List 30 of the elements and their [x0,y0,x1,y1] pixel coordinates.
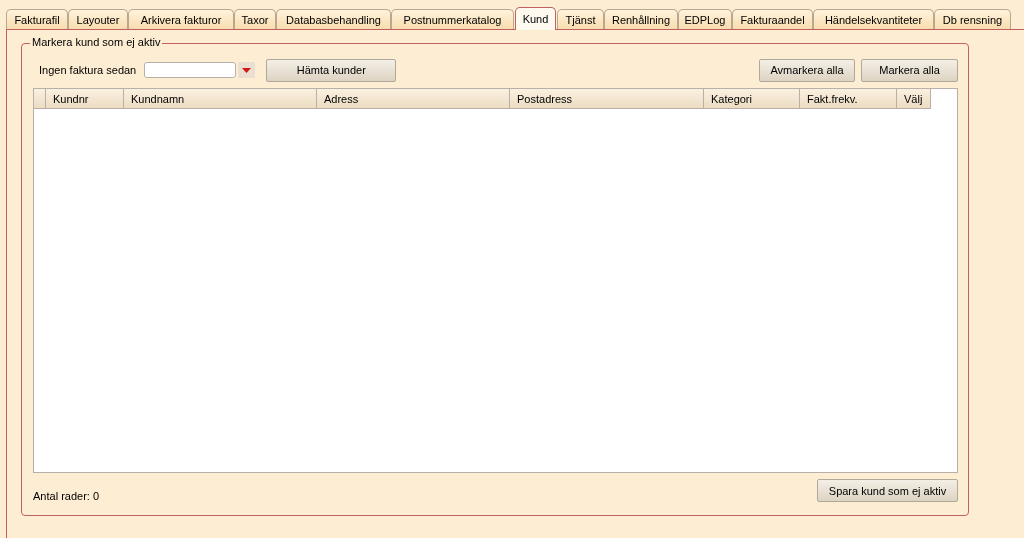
tab[interactable]: Layouter [68,9,128,29]
column-header[interactable]: Kundnr [46,89,124,109]
tab[interactable]: Fakturafil [6,9,68,29]
tab[interactable]: Databasbehandling [276,9,391,29]
tab[interactable]: Arkivera fakturor [128,9,234,29]
column-header[interactable]: Välj [897,89,931,109]
tab[interactable]: Kund [515,7,556,30]
column-header[interactable]: Kategori [704,89,800,109]
date-field[interactable] [144,62,237,78]
dropdown-button[interactable] [238,62,256,78]
date-label: Ingen faktura sedan [39,64,137,76]
fetch-button[interactable]: Hämta kunder [266,58,397,82]
unmark-all-button[interactable]: Avmarkera alla [759,58,855,82]
tab[interactable]: Db rensning [934,9,1011,29]
tab[interactable]: Händelsekvantiteter [813,9,934,29]
group-title: Markera kund som ej aktiv [30,36,163,48]
tab[interactable]: Taxor [234,9,276,29]
mark-all-button[interactable]: Markera alla [861,58,958,82]
save-button[interactable]: Spara kund som ej aktiv [817,479,958,502]
tab[interactable]: Tjänst [557,9,604,29]
column-header[interactable]: Adress [317,89,510,109]
tab[interactable]: Renhållning [604,9,678,29]
column-header[interactable]: Postadress [510,89,704,109]
caret-icon [242,67,252,73]
tab[interactable]: EDPLog [678,9,732,29]
tab[interactable]: Postnummerkatalog [391,9,514,29]
tab[interactable]: Fakturaandel [732,9,813,29]
column-header[interactable]: Fakt.frekv. [800,89,897,109]
column-header[interactable]: Kundnamn [124,89,317,109]
row-count: Antal rader: 0 [33,489,100,502]
